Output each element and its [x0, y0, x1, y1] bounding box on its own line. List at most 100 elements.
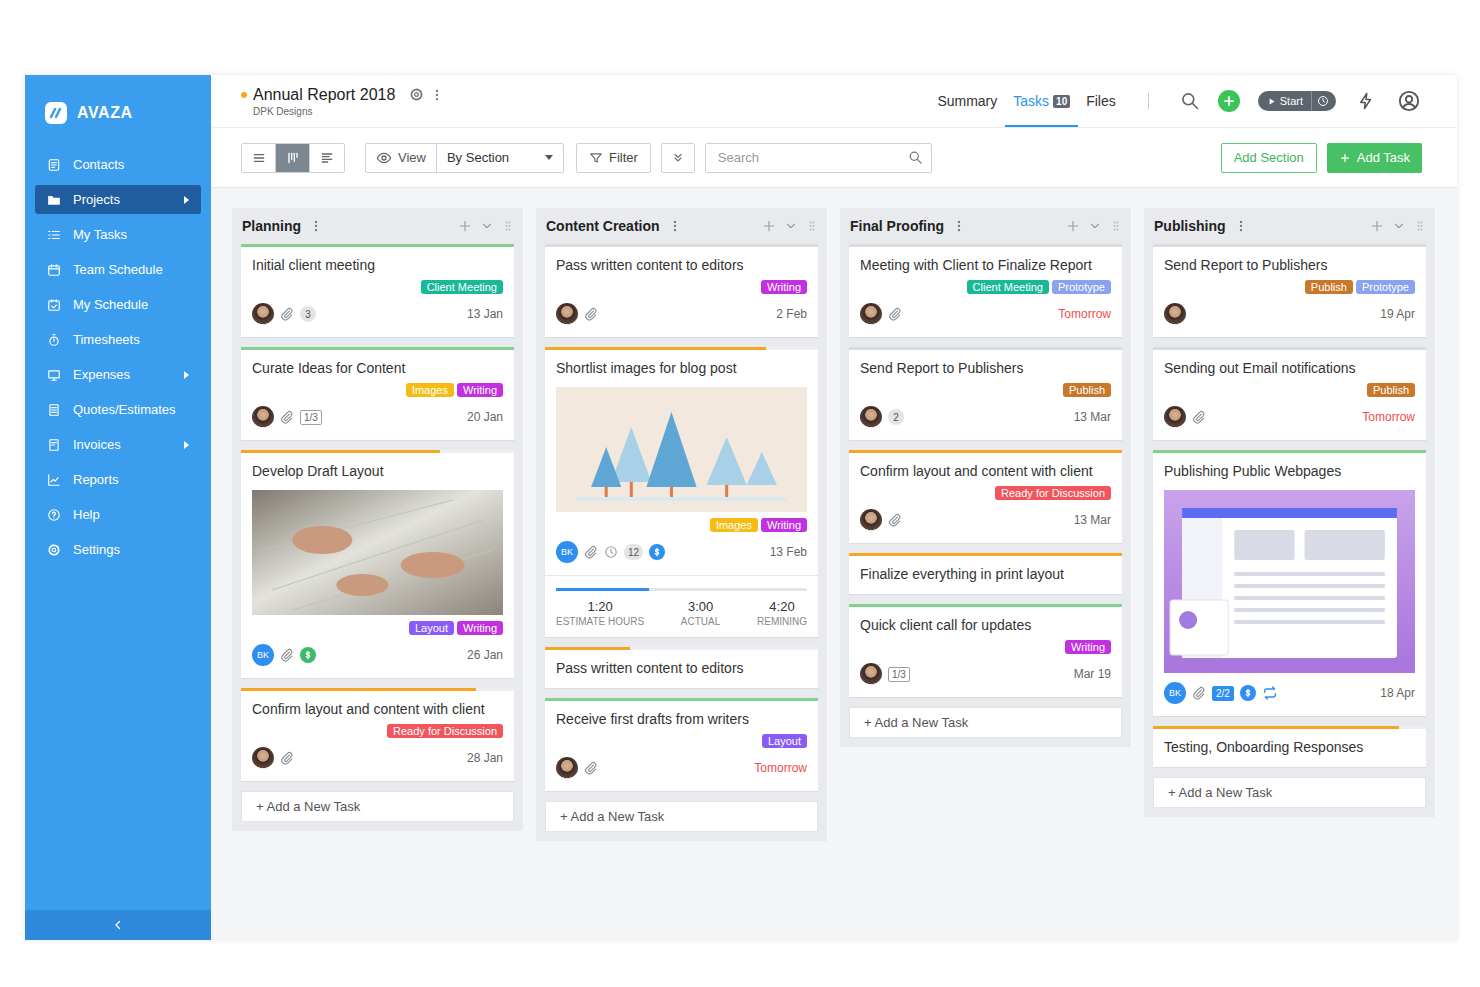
tag[interactable]: Prototype: [1052, 280, 1111, 294]
tag[interactable]: Publish: [1305, 280, 1353, 294]
add-new-task-button[interactable]: + Add a New Task: [849, 707, 1122, 738]
expand-button[interactable]: [661, 143, 695, 173]
task-card[interactable]: Shortlist images for blog postImagesWrit…: [545, 347, 818, 637]
sidebar-item[interactable]: Projects: [35, 185, 201, 214]
assignee-avatar[interactable]: [556, 303, 578, 325]
drag-handle-icon[interactable]: [806, 220, 818, 232]
paperclip-icon[interactable]: [1192, 686, 1206, 700]
search-icon[interactable]: [1180, 91, 1200, 111]
filter-button[interactable]: Filter: [576, 143, 651, 173]
view-mode-button[interactable]: [242, 144, 276, 172]
assignee-avatar[interactable]: [1164, 406, 1186, 428]
sidebar-item[interactable]: Timesheets: [35, 325, 201, 354]
kebab-icon[interactable]: [1234, 219, 1248, 233]
paperclip-icon[interactable]: [280, 751, 294, 765]
chevron-down-icon[interactable]: [1088, 219, 1102, 233]
paperclip-icon[interactable]: [888, 307, 902, 321]
kebab-icon[interactable]: [952, 219, 966, 233]
tag[interactable]: Images: [406, 383, 454, 397]
tag[interactable]: Client Meeting: [967, 280, 1049, 294]
task-card[interactable]: Send Report to PublishersPublish213 Mar: [849, 347, 1122, 440]
add-task-button[interactable]: Add Task: [1327, 143, 1422, 173]
task-card[interactable]: Confirm layout and content with clientRe…: [849, 450, 1122, 543]
assignee-avatar[interactable]: BK: [1164, 682, 1186, 704]
view-selector[interactable]: ViewBy Section: [365, 143, 564, 173]
timer-start-button[interactable]: Start: [1258, 91, 1336, 111]
nav-tab[interactable]: Tasks10: [1005, 75, 1078, 127]
kebab-icon[interactable]: [430, 88, 444, 102]
tag[interactable]: Client Meeting: [421, 280, 503, 294]
tag[interactable]: Layout: [762, 734, 807, 748]
tag[interactable]: Writing: [1065, 640, 1111, 654]
plus-icon[interactable]: [1066, 219, 1080, 233]
sidebar-item[interactable]: My Schedule: [35, 290, 201, 319]
tag[interactable]: Images: [710, 518, 758, 532]
assignee-avatar[interactable]: [556, 757, 578, 779]
tag[interactable]: Layout: [409, 621, 454, 635]
assignee-avatar[interactable]: [1164, 303, 1186, 325]
kebab-icon[interactable]: [309, 219, 323, 233]
assignee-avatar[interactable]: BK: [252, 644, 274, 666]
task-card[interactable]: Send Report to PublishersPublishPrototyp…: [1153, 244, 1426, 337]
chevron-down-icon[interactable]: [784, 219, 798, 233]
task-card[interactable]: Publishing Public WebpagesBK2/218 Apr: [1153, 450, 1426, 716]
drag-handle-icon[interactable]: [1414, 220, 1426, 232]
clock-icon[interactable]: [604, 545, 618, 559]
collapse-button[interactable]: [25, 910, 211, 940]
timer-start[interactable]: Start: [1258, 91, 1312, 111]
sidebar-item[interactable]: Help: [35, 500, 201, 529]
task-card[interactable]: Pass written content to editors: [545, 647, 818, 688]
assignee-avatar[interactable]: [252, 406, 274, 428]
user-icon[interactable]: [1398, 90, 1420, 112]
assignee-avatar[interactable]: BK: [556, 541, 578, 563]
task-card[interactable]: Meeting with Client to Finalize ReportCl…: [849, 244, 1122, 337]
drag-handle-icon[interactable]: [502, 220, 514, 232]
sidebar-item[interactable]: My Tasks: [35, 220, 201, 249]
gear-icon[interactable]: [409, 87, 424, 102]
plus-icon[interactable]: [762, 219, 776, 233]
sidebar-item[interactable]: Contacts: [35, 150, 201, 179]
search-input[interactable]: [716, 149, 908, 166]
assignee-avatar[interactable]: [860, 406, 882, 428]
paperclip-icon[interactable]: [888, 513, 902, 527]
chevron-down-icon[interactable]: [1392, 219, 1406, 233]
sidebar-item[interactable]: Invoices: [35, 430, 201, 459]
tag[interactable]: Publish: [1063, 383, 1111, 397]
tag[interactable]: Writing: [457, 621, 503, 635]
sidebar-item[interactable]: Settings: [35, 535, 201, 564]
tag[interactable]: Publish: [1367, 383, 1415, 397]
paperclip-icon[interactable]: [584, 307, 598, 321]
task-card[interactable]: Quick client call for updatesWriting1/3M…: [849, 604, 1122, 697]
tag[interactable]: Writing: [761, 280, 807, 294]
drag-handle-icon[interactable]: [1110, 220, 1122, 232]
kebab-icon[interactable]: [668, 219, 682, 233]
task-card[interactable]: Receive first drafts from writersLayoutT…: [545, 698, 818, 791]
task-card[interactable]: Testing, Onboarding Responses: [1153, 726, 1426, 767]
tag[interactable]: Prototype: [1356, 280, 1415, 294]
nav-tab[interactable]: Files: [1078, 75, 1124, 127]
view-mode-button[interactable]: [276, 144, 310, 172]
task-card[interactable]: Develop Draft LayoutLayoutWritingBK26 Ja…: [241, 450, 514, 678]
assignee-avatar[interactable]: [860, 663, 882, 685]
task-card[interactable]: Pass written content to editorsWriting2 …: [545, 244, 818, 337]
timer-history[interactable]: [1312, 95, 1336, 107]
paperclip-icon[interactable]: [280, 648, 294, 662]
assignee-avatar[interactable]: [860, 509, 882, 531]
task-card[interactable]: Initial client meetingClient Meeting313 …: [241, 244, 514, 337]
assignee-avatar[interactable]: [252, 303, 274, 325]
tag[interactable]: Ready for Discussion: [995, 486, 1111, 500]
paperclip-icon[interactable]: [1192, 410, 1206, 424]
task-card[interactable]: Finalize everything in print layout: [849, 553, 1122, 594]
view-button[interactable]: View: [366, 144, 437, 172]
paperclip-icon[interactable]: [584, 545, 598, 559]
task-card[interactable]: Curate Ideas for ContentImagesWriting1/3…: [241, 347, 514, 440]
sidebar-item[interactable]: Quotes/Estimates: [35, 395, 201, 424]
paperclip-icon[interactable]: [280, 410, 294, 424]
plus-icon[interactable]: [1370, 219, 1384, 233]
nav-tab[interactable]: Summary: [929, 75, 1005, 127]
task-card[interactable]: Sending out Email notificationsPublishTo…: [1153, 347, 1426, 440]
tag[interactable]: Writing: [761, 518, 807, 532]
view-mode-button[interactable]: [310, 144, 344, 172]
assignee-avatar[interactable]: [252, 747, 274, 769]
sidebar-item[interactable]: Expenses: [35, 360, 201, 389]
